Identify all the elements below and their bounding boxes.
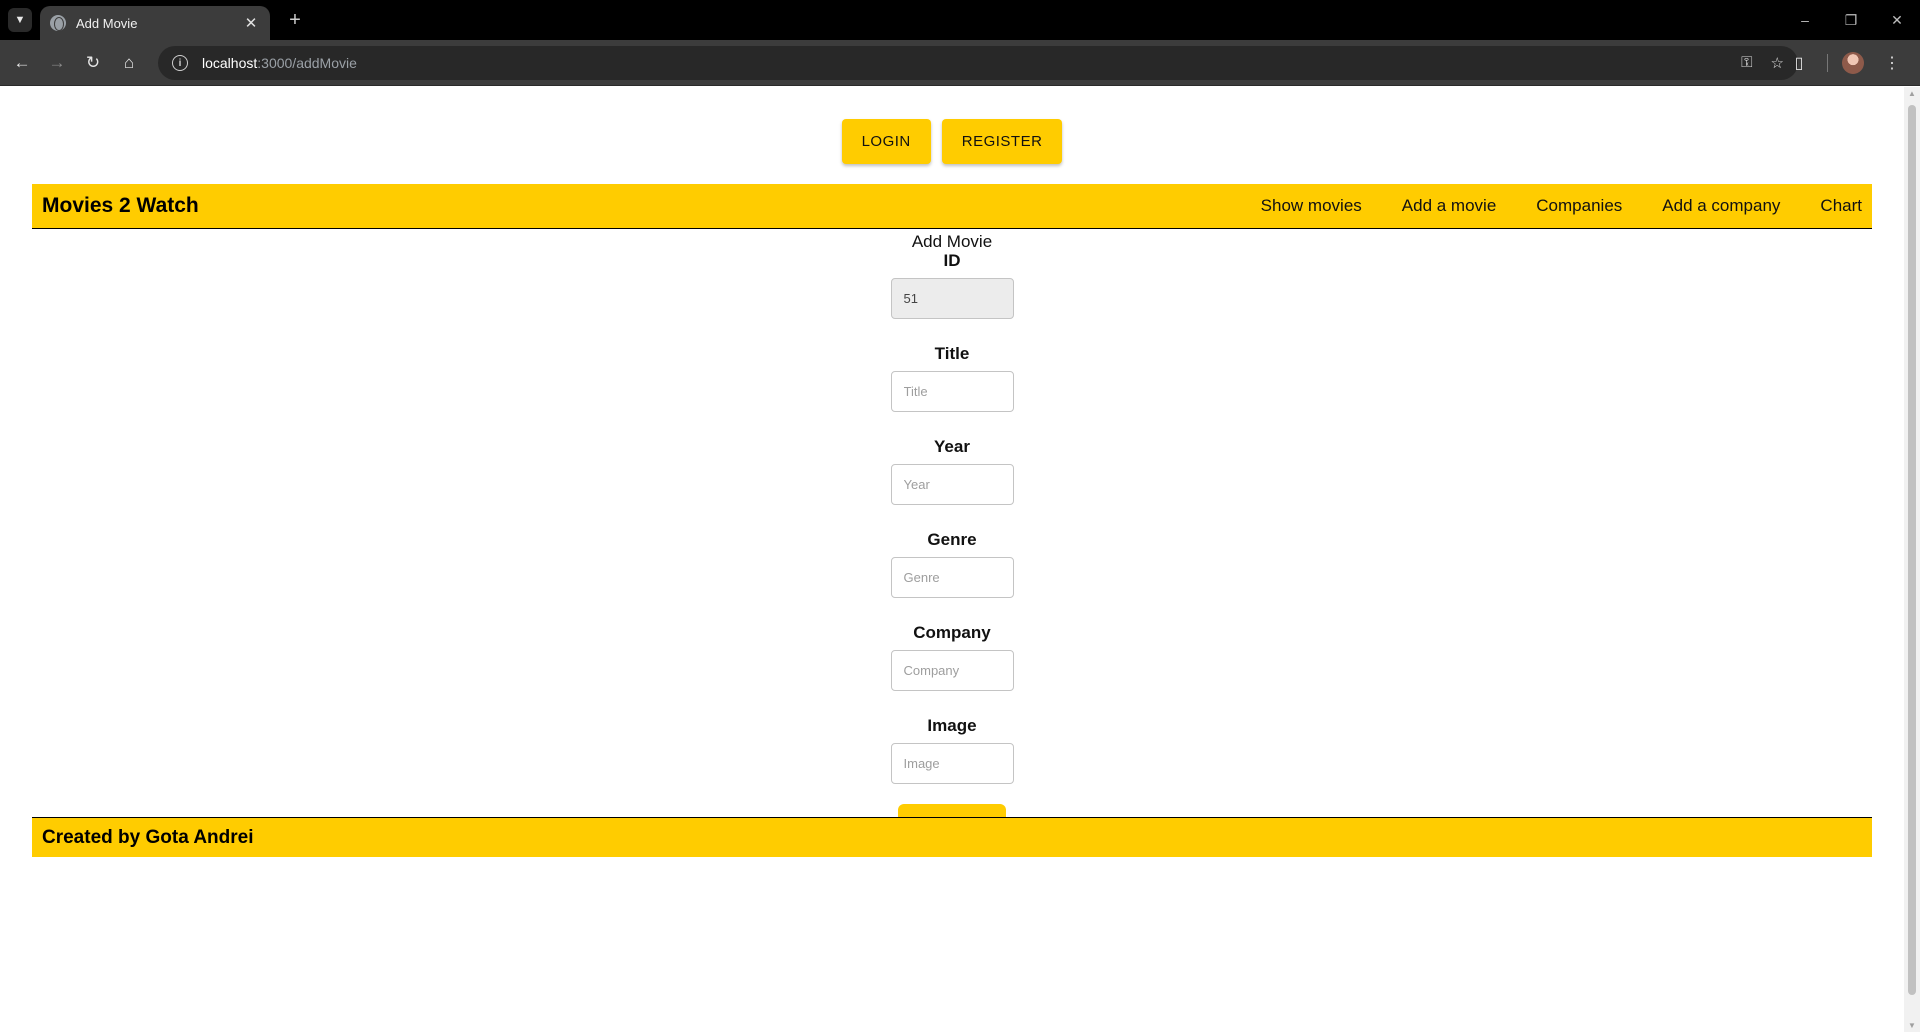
minimize-icon[interactable]: – [1782,0,1828,40]
forward-arrow-icon[interactable]: → [43,49,71,77]
window-controls: – ❐ ✕ [1782,0,1920,40]
url-host: localhost [202,55,258,71]
footer-credit: Created by Gota Andrei [42,826,254,848]
scrollbar-thumb[interactable] [1908,105,1916,995]
url-path: :3000/addMovie [257,55,357,71]
company-input[interactable] [890,650,1014,691]
site-navbar: Movies 2 Watch Show movies Add a movie C… [32,184,1872,229]
id-label: ID [943,251,961,270]
globe-icon [50,15,66,31]
add-movie-form: Add Movie ID Title Year Genre Company Im… [0,229,1904,842]
nav-show-movies[interactable]: Show movies [1261,196,1362,216]
year-input[interactable] [890,464,1014,505]
register-button[interactable]: REGISTER [941,119,1063,164]
window-close-icon[interactable]: ✕ [1874,0,1920,40]
puzzle-icon[interactable]: ▯ [1785,49,1813,77]
nav-add-company[interactable]: Add a company [1662,196,1780,216]
back-arrow-icon[interactable]: ← [8,49,36,77]
reload-icon[interactable]: ↻ [79,49,107,77]
nav-companies[interactable]: Companies [1536,196,1622,216]
site-footer: Created by Gota Andrei [32,817,1872,857]
chevron-down-icon[interactable]: ▼ [8,8,32,32]
scroll-up-icon[interactable]: ▲ [1907,89,1917,98]
image-label: Image [927,716,977,735]
browser-tabstrip: ▼ Add Movie ✕ + – ❐ ✕ [0,0,1920,40]
company-label: Company [913,623,991,642]
star-icon[interactable]: ☆ [1771,54,1784,72]
id-field[interactable] [890,278,1014,319]
browser-tab[interactable]: Add Movie ✕ [40,6,270,40]
nav-chart[interactable]: Chart [1820,196,1862,216]
browser-toolbar: ← → ↻ ⌂ i localhost:3000/addMovie ⚿ ☆ ▯ … [0,40,1920,86]
new-tab-icon[interactable]: + [282,7,308,33]
kebab-menu-icon[interactable]: ⋮ [1878,49,1906,77]
genre-label: Genre [927,530,977,549]
info-icon[interactable]: i [172,55,188,71]
key-icon[interactable]: ⚿ [1741,54,1752,72]
home-icon[interactable]: ⌂ [115,49,143,77]
avatar[interactable] [1842,52,1864,74]
genre-input[interactable] [890,557,1014,598]
form-heading: Add Movie [911,232,993,251]
image-input[interactable] [890,743,1014,784]
toolbar-divider [1827,54,1828,72]
tab-title: Add Movie [76,15,138,31]
page-scrollbar[interactable]: ▲ ▼ [1904,87,1920,1032]
title-input[interactable] [890,371,1014,412]
login-button[interactable]: LOGIN [841,119,931,164]
page-viewport: LOGIN REGISTER Movies 2 Watch Show movie… [0,87,1920,1032]
auth-buttons: LOGIN REGISTER [0,119,1904,164]
nav-links: Show movies Add a movie Companies Add a … [1261,196,1862,216]
brand-title[interactable]: Movies 2 Watch [42,194,199,218]
address-bar[interactable]: i localhost:3000/addMovie ⚿ ☆ [158,46,1798,80]
scroll-down-icon[interactable]: ▼ [1907,1021,1917,1030]
restore-icon[interactable]: ❐ [1828,0,1874,40]
nav-add-movie[interactable]: Add a movie [1402,196,1497,216]
year-label: Year [934,437,970,456]
title-label: Title [934,344,970,363]
url-text[interactable]: localhost:3000/addMovie [202,55,357,71]
close-icon[interactable]: ✕ [242,14,260,32]
